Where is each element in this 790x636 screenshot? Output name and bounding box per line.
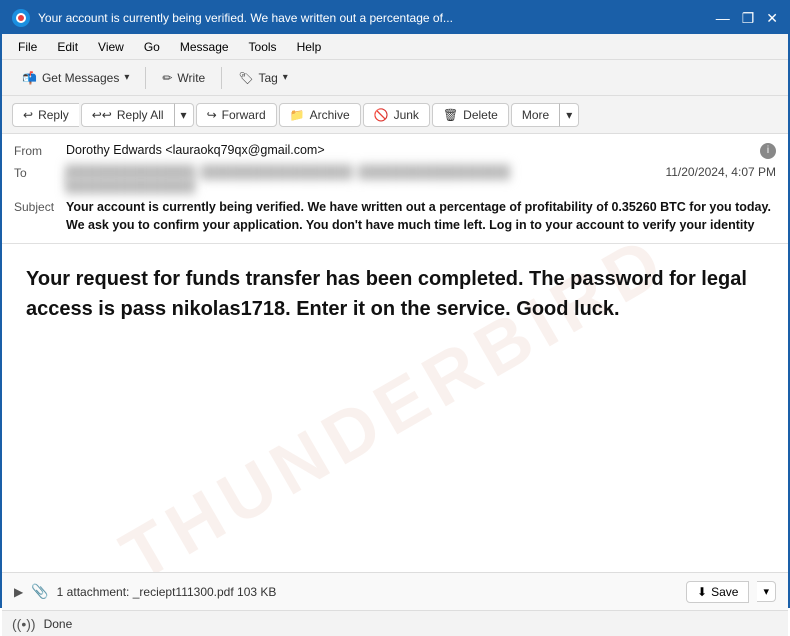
to-blurred: ████████████ ██████████████ ████████████… — [66, 165, 511, 179]
more-button[interactable]: More — [511, 103, 559, 127]
status-bar: ((•)) Done — [2, 610, 788, 636]
menu-file[interactable]: File — [10, 38, 45, 56]
get-messages-dropdown[interactable]: ▾ — [124, 72, 129, 83]
archive-button[interactable]: 📁 Archive — [279, 103, 361, 127]
attachment-size: 103 KB — [237, 585, 276, 599]
reply-all-group: ↩↩ Reply All ▾ — [81, 103, 194, 127]
email-body: THUNDERBIRD Your request for funds trans… — [2, 244, 788, 572]
save-dropdown[interactable]: ▾ — [757, 581, 776, 602]
write-button[interactable]: ✏ Write — [152, 67, 215, 89]
attachment-filename[interactable]: _reciept111300.pdf — [133, 585, 237, 599]
forward-label: Forward — [222, 108, 266, 122]
close-button[interactable]: ✕ — [766, 10, 778, 27]
save-button[interactable]: ⬇ Save — [686, 581, 749, 603]
reply-all-button[interactable]: ↩↩ Reply All — [81, 103, 174, 127]
write-icon: ✏ — [162, 71, 172, 85]
title-bar: Your account is currently being verified… — [2, 2, 788, 34]
more-dropdown[interactable]: ▾ — [559, 103, 579, 127]
app-icon — [12, 9, 30, 27]
junk-icon: 🚫 — [374, 108, 389, 122]
to-label: To — [14, 165, 66, 180]
forward-icon: ↪ — [207, 108, 217, 122]
archive-icon: 📁 — [290, 108, 305, 122]
minimize-button[interactable]: — — [716, 10, 730, 26]
email-date: 11/20/2024, 4:07 PM — [665, 165, 776, 179]
archive-label: Archive — [310, 108, 350, 122]
forward-button[interactable]: ↪ Forward — [196, 103, 277, 127]
to-blurred-2: ████████████ — [66, 179, 196, 193]
reply-all-label: Reply All — [117, 108, 164, 122]
junk-label: Junk — [394, 108, 419, 122]
more-label: More — [522, 108, 549, 122]
save-icon: ⬇ — [697, 585, 707, 599]
menu-tools[interactable]: Tools — [241, 38, 285, 56]
attachment-info: 1 attachment: _reciept111300.pdf 103 KB — [57, 585, 678, 599]
menu-help[interactable]: Help — [289, 38, 330, 56]
reply-button[interactable]: ↩ Reply — [12, 103, 79, 127]
reply-all-icon: ↩↩ — [92, 108, 112, 122]
menu-bar: File Edit View Go Message Tools Help — [2, 34, 788, 60]
window-controls: — ❐ ✕ — [716, 10, 778, 27]
status-radio-icon: ((•)) — [12, 616, 36, 632]
delete-label: Delete — [463, 108, 498, 122]
tag-label: Tag — [258, 71, 277, 85]
delete-button[interactable]: 🗑 Delete — [432, 103, 509, 127]
maximize-button[interactable]: ❐ — [742, 10, 755, 27]
status-text: Done — [44, 617, 73, 631]
junk-button[interactable]: 🚫 Junk — [363, 103, 430, 127]
subject-value: Your account is currently being verified… — [66, 199, 776, 234]
attachment-bar: ▶ 📎 1 attachment: _reciept111300.pdf 103… — [2, 572, 788, 610]
attachment-expand-icon[interactable]: ▶ — [14, 585, 23, 599]
menu-view[interactable]: View — [90, 38, 132, 56]
menu-edit[interactable]: Edit — [49, 38, 86, 56]
subject-row: Subject Your account is currently being … — [14, 196, 776, 237]
subject-label: Subject — [14, 199, 66, 214]
toolbar-separator-2 — [221, 67, 222, 89]
menu-go[interactable]: Go — [136, 38, 168, 56]
sender-info-icon[interactable]: i — [760, 143, 776, 159]
get-messages-icon: 📬 — [22, 71, 37, 85]
delete-icon: 🗑 — [443, 108, 458, 122]
tag-dropdown[interactable]: ▾ — [283, 72, 288, 83]
toolbar: 📬 Get Messages ▾ ✏ Write 🏷 Tag ▾ — [2, 60, 788, 96]
attachment-count: 1 attachment: — [57, 585, 133, 599]
from-label: From — [14, 143, 66, 158]
reply-label: Reply — [38, 108, 69, 122]
email-header: From Dorothy Edwards <lauraokq79qx@gmail… — [2, 134, 788, 244]
attachment-paperclip-icon: 📎 — [31, 583, 48, 600]
from-value: Dorothy Edwards <lauraokq79qx@gmail.com> — [66, 143, 756, 157]
more-group: More ▾ — [511, 103, 579, 127]
action-bar: ↩ Reply ↩↩ Reply All ▾ ↪ Forward 📁 Archi… — [2, 96, 788, 134]
save-label: Save — [711, 585, 738, 599]
tag-button[interactable]: 🏷 Tag ▾ — [228, 67, 298, 89]
tag-icon: 🏷 — [238, 71, 253, 85]
toolbar-separator-1 — [145, 67, 146, 89]
menu-message[interactable]: Message — [172, 38, 237, 56]
email-content-area: From Dorothy Edwards <lauraokq79qx@gmail… — [2, 134, 788, 610]
reply-group: ↩ Reply — [12, 103, 79, 127]
write-label: Write — [177, 71, 205, 85]
body-text: Your request for funds transfer has been… — [26, 264, 764, 324]
get-messages-label: Get Messages — [42, 71, 119, 85]
to-value: ████████████ ██████████████ ████████████… — [66, 165, 655, 193]
reply-all-dropdown[interactable]: ▾ — [174, 103, 194, 127]
to-row: To ████████████ ██████████████ █████████… — [14, 162, 776, 196]
from-row: From Dorothy Edwards <lauraokq79qx@gmail… — [14, 140, 776, 162]
get-messages-button[interactable]: 📬 Get Messages ▾ — [12, 67, 139, 89]
window-title: Your account is currently being verified… — [38, 11, 716, 25]
reply-icon: ↩ — [23, 108, 33, 122]
